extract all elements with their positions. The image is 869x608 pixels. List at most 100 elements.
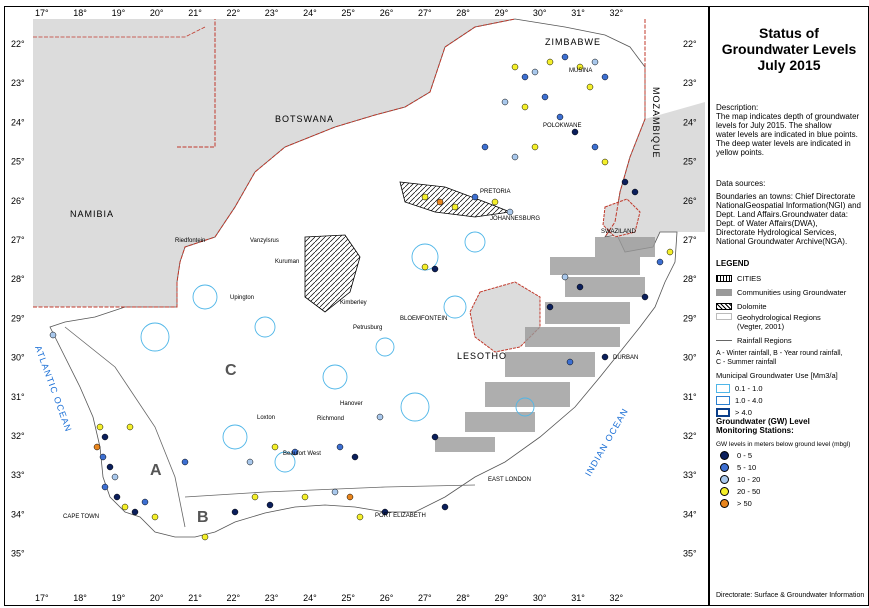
- lon-tick-label: 26°: [380, 8, 394, 18]
- lon-tick-label: 18°: [73, 8, 87, 18]
- rainfall-line-icon: [716, 339, 732, 341]
- municipal-item-2: 1.0 - 4.0: [716, 395, 763, 405]
- lat-tick-label: 27°: [11, 235, 25, 245]
- label-mozambique: MOZAMBIQUE: [651, 87, 661, 159]
- latitude-labels-left: 22° 23° 24° 25° 26° 27° 28° 29° 30° 31° 32° 33° 34° 3…: [11, 39, 25, 559]
- lat-tick-label: 24°: [683, 117, 697, 127]
- label-namibia: NAMIBIA: [70, 209, 114, 219]
- region-label-c: C: [225, 362, 237, 379]
- legend-item-geohydro: Geohydrological Regions (Vegter, 2001): [716, 313, 821, 331]
- lat-tick-label: 34°: [683, 509, 697, 519]
- lat-tick-label: 33°: [11, 470, 25, 480]
- lat-tick-label: 28°: [683, 274, 697, 284]
- lon-tick-label: 31°: [571, 593, 585, 603]
- lat-tick-label: 22°: [11, 39, 25, 49]
- legend-item-cities: CITIES: [716, 273, 761, 283]
- station-dot-icon: [720, 486, 729, 496]
- town-johannesburg: JOHANNESBURG: [490, 216, 540, 222]
- footer-credit: Directorate: Surface & Groundwater Infor…: [716, 592, 865, 599]
- town-upington: Upington: [230, 295, 254, 301]
- town-east-london: EAST LONDON: [488, 477, 531, 483]
- lon-tick-label: 25°: [341, 593, 355, 603]
- lat-tick-label: 25°: [683, 157, 697, 167]
- label-lesotho: LESOTHO: [457, 351, 507, 361]
- data-sources-block: Data sources: Boundaries an towns: Chief…: [716, 179, 861, 246]
- town-vanzylsrus: Vanzylsrus: [250, 238, 279, 244]
- dolomite-swatch-icon: [716, 302, 732, 310]
- lon-tick-label: 30°: [533, 593, 547, 603]
- lat-tick-label: 35°: [11, 549, 25, 559]
- map-title: Status of Groundwater Levels July 2015: [721, 25, 857, 73]
- longitude-labels-bottom: 17° 18° 19° 20° 21° 22° 23° 24° 25° 26° 27° 28° 29° 3…: [35, 593, 624, 603]
- label-swaziland: SWAZILAND: [601, 229, 636, 235]
- municipal-heading: Municipal Groundwater Use [Mm3/a]: [716, 371, 838, 380]
- hatch-swatch-icon: [716, 274, 732, 282]
- lon-tick-label: 18°: [73, 593, 87, 603]
- rainfall-notes: A - Winter rainfall, B - Year round rain…: [716, 350, 843, 366]
- geohydro-swatch-icon: [716, 313, 732, 320]
- legend-panel: Status of Groundwater Levels July 2015 D…: [709, 6, 869, 606]
- station-dot-icon: [720, 450, 729, 460]
- lon-tick-label: 28°: [456, 8, 470, 18]
- lon-tick-label: 32°: [610, 593, 624, 603]
- lon-tick-label: 24°: [303, 593, 317, 603]
- municipal-swatch-icon: [716, 395, 730, 405]
- lat-tick-label: 33°: [683, 470, 697, 480]
- town-loxton: Loxton: [257, 415, 275, 421]
- municipal-swatch-icon: [716, 407, 730, 417]
- longitude-labels-top: 17° 18° 19° 20° 21° 22° 23° 24° 25° 26° 27° 28° 29° 3…: [35, 8, 624, 18]
- lat-tick-label: 25°: [11, 157, 25, 167]
- lon-tick-label: 17°: [35, 593, 49, 603]
- legend-item-rainfall: Rainfall Regions: [716, 335, 792, 345]
- lon-tick-label: 23°: [265, 593, 279, 603]
- lon-tick-label: 19°: [112, 8, 126, 18]
- lon-tick-label: 25°: [341, 8, 355, 18]
- lat-tick-label: 26°: [11, 196, 25, 206]
- gw-class-0-5: 0 - 5: [716, 450, 752, 460]
- lon-tick-label: 23°: [265, 8, 279, 18]
- town-petrusburg: Petrusburg: [353, 325, 382, 331]
- description-block: Description: The map indicates depth of …: [716, 103, 860, 157]
- lat-tick-label: 32°: [683, 431, 697, 441]
- region-label-a: A: [150, 462, 162, 479]
- lat-tick-label: 32°: [11, 431, 25, 441]
- lat-tick-label: 24°: [11, 117, 25, 127]
- label-indian-ocean: INDIAN OCEAN: [583, 406, 630, 478]
- lon-tick-label: 17°: [35, 8, 49, 18]
- town-hanover: Hanover: [340, 401, 363, 407]
- station-dot-icon: [720, 498, 729, 508]
- lon-tick-label: 27°: [418, 8, 432, 18]
- legend-heading: LEGEND: [716, 259, 750, 268]
- town-musina: MUSINA: [569, 68, 592, 74]
- station-dot-icon: [720, 462, 729, 472]
- town-pretoria: PRETORIA: [480, 189, 511, 195]
- gw-class-10-20: 10 - 20: [716, 474, 760, 484]
- lon-tick-label: 22°: [227, 8, 241, 18]
- town-polokwane: POLOKWANE: [543, 123, 581, 129]
- town-riedfontein: Riedfontein: [175, 238, 205, 244]
- municipal-swatch-icon: [716, 383, 730, 393]
- lon-tick-label: 21°: [188, 8, 202, 18]
- lon-tick-label: 28°: [456, 593, 470, 603]
- groundwater-map: 17° 18° 19° 20° 21° 22° 23° 24° 25° 26° 27° 28° 29° 3…: [11, 8, 705, 603]
- gw-heading: Groundwater (GW) Level Monitoring Statio…: [716, 417, 810, 435]
- lon-tick-label: 26°: [380, 593, 394, 603]
- town-kimberley: Kimberley: [340, 300, 367, 306]
- label-zimbabwe: ZIMBABWE: [545, 37, 601, 47]
- municipal-item-3: > 4.0: [716, 407, 752, 417]
- gw-subheading: GW levels in meters below ground level (…: [716, 441, 851, 448]
- lat-tick-label: 31°: [11, 392, 25, 402]
- lon-tick-label: 24°: [303, 8, 317, 18]
- town-beaufort-west: Beaufort West: [283, 451, 321, 457]
- lon-tick-label: 19°: [112, 593, 126, 603]
- town-port-elizabeth: PORT ELIZABETH: [375, 513, 426, 519]
- gw-class-over-50: > 50: [716, 498, 752, 508]
- lat-tick-label: 27°: [683, 235, 697, 245]
- latitude-labels-right: 22° 23° 24° 25° 26° 27° 28° 29° 30° 31° 32° 33° 34° 3…: [683, 39, 697, 559]
- gw-class-5-10: 5 - 10: [716, 462, 756, 472]
- lat-tick-label: 30°: [683, 353, 697, 363]
- town-richmond: Richmond: [317, 416, 344, 422]
- lon-tick-label: 20°: [150, 593, 164, 603]
- town-bloemfontein: BLOEMFONTEIN: [400, 316, 447, 322]
- lon-tick-label: 31°: [571, 8, 585, 18]
